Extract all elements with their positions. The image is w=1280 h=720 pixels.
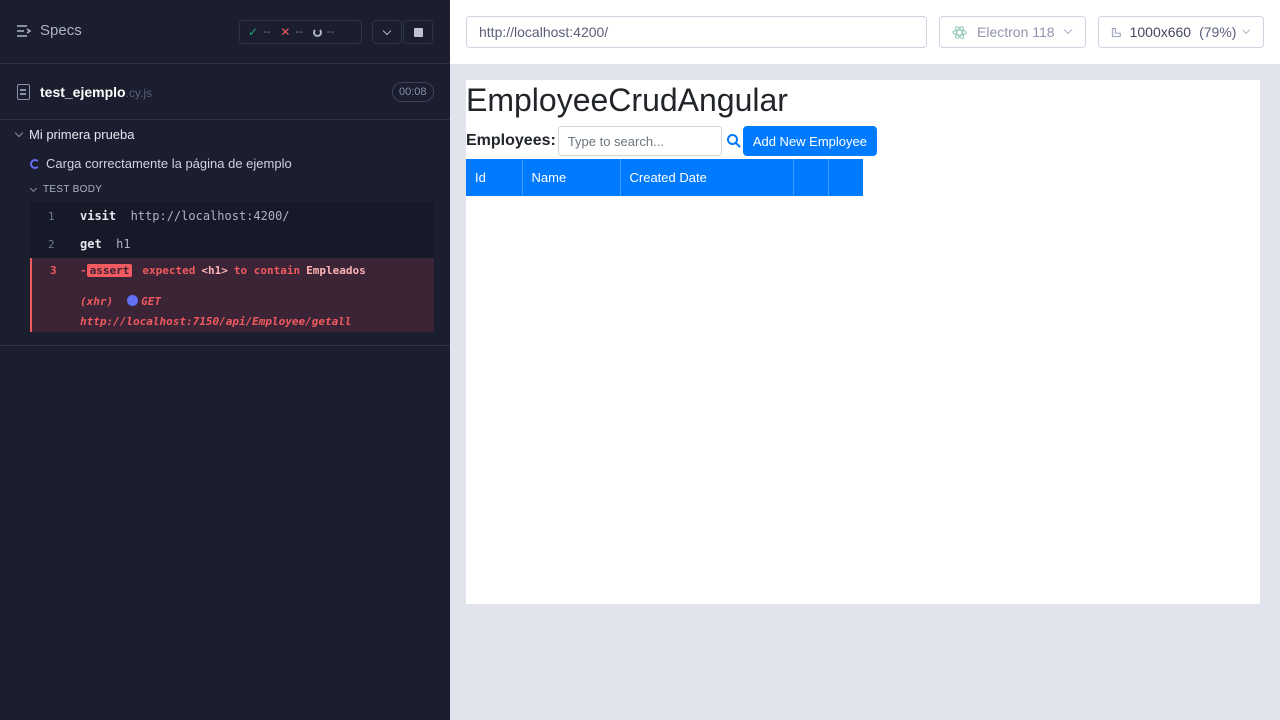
xhr-log: (xhr) GET http://localhost:7150/api/Emplo… — [80, 292, 352, 332]
aut-header: http://localhost:4200/ Electron 118 1000… — [450, 0, 1280, 64]
test-stats: ✓ -- ✕ -- -- — [239, 20, 362, 44]
column-header-action-2 — [828, 159, 863, 196]
viewport-size: 1000x660 — [1129, 24, 1192, 40]
employees-label: Employees: — [466, 132, 556, 149]
app-under-test-panel: http://localhost:4200/ Electron 118 1000… — [450, 0, 1280, 720]
spec-extension: .cy.js — [125, 86, 153, 100]
passed-count: -- — [263, 26, 271, 38]
viewport-select[interactable]: 1000x660 (79%) — [1098, 16, 1264, 48]
pending-icon — [312, 27, 322, 37]
specs-label: Specs — [40, 22, 82, 39]
browser-label: Electron 118 — [977, 24, 1055, 40]
spec-header: test_ejemplo.cy.js 00:08 — [0, 64, 450, 120]
chevron-down-icon — [382, 26, 392, 35]
pending-request-icon — [127, 295, 139, 306]
url-bar[interactable]: http://localhost:4200/ — [466, 16, 927, 48]
command-number: 1 — [48, 209, 55, 223]
browser-select[interactable]: Electron 118 — [939, 16, 1086, 48]
failed-count: -- — [295, 26, 303, 38]
pending-stat: -- — [312, 26, 335, 38]
command-text: get h1 — [80, 237, 131, 251]
document-icon — [17, 84, 30, 100]
passed-stat: ✓ -- — [248, 25, 270, 39]
zoom-level: (79%) — [1199, 24, 1237, 40]
employee-table: Id Name Created Date — [466, 159, 863, 196]
command-name: visit — [80, 209, 117, 223]
failed-command-row[interactable]: 3 - assert expected <h1> to contain Empl… — [30, 258, 434, 332]
assert-badge: assert — [86, 264, 133, 277]
assert-subject: <h1> — [201, 264, 228, 277]
reporter-panel: Specs ✓ -- ✕ -- -- test_ejemplo.cy.js 00… — [0, 0, 450, 720]
reporter-header: Specs ✓ -- ✕ -- -- — [0, 0, 450, 64]
stop-icon — [413, 27, 423, 37]
spec-name[interactable]: test_ejemplo.cy.js — [40, 84, 152, 100]
chevron-down-icon — [29, 184, 38, 192]
assert-prefix: - — [80, 264, 87, 277]
x-icon: ✕ — [280, 25, 291, 39]
command-message: http://localhost:4200/ — [130, 209, 290, 223]
command-message: h1 — [116, 237, 131, 251]
command-text: visit http://localhost:4200/ — [80, 209, 290, 223]
column-header-action-1 — [793, 159, 829, 196]
column-header-name[interactable]: Name — [522, 159, 621, 196]
assert-expected: expected — [142, 264, 196, 277]
suite-title[interactable]: Mi primera prueba — [14, 127, 135, 142]
duration-badge: 00:08 — [392, 82, 434, 102]
collapse-toggle-button[interactable] — [372, 20, 402, 44]
command-name: get — [80, 237, 102, 251]
table-header-row: Id Name Created Date — [466, 159, 863, 196]
command-row[interactable]: 2 get h1 — [30, 230, 434, 258]
app-iframe: EmployeeCrudAngular Employees: Add New E… — [466, 80, 1260, 604]
column-header-id[interactable]: Id — [466, 159, 523, 196]
test-body-toggle[interactable]: TEST BODY — [29, 184, 103, 195]
spec-filename: test_ejemplo — [40, 84, 126, 100]
employee-toolbar: Employees: Add New Employee — [466, 126, 877, 156]
chevron-down-icon — [1243, 26, 1251, 34]
pending-count: -- — [326, 26, 335, 38]
xhr-method: GET — [141, 295, 161, 308]
specs-list-icon — [17, 24, 32, 37]
column-header-created-date[interactable]: Created Date — [620, 159, 794, 196]
assert-value: Empleados — [306, 264, 366, 277]
xhr-url: http://localhost:7150/api/Employee/getal… — [80, 315, 352, 328]
specs-button[interactable]: Specs — [16, 22, 82, 39]
add-employee-button[interactable]: Add New Employee — [742, 126, 877, 156]
command-number: 3 — [50, 264, 57, 277]
running-spinner-icon — [30, 158, 40, 169]
check-icon: ✓ — [248, 25, 259, 39]
suite-label: Mi primera prueba — [29, 127, 135, 142]
page-title: EmployeeCrudAngular — [466, 82, 788, 118]
ruler-icon — [1111, 27, 1121, 37]
command-log: 1 visit http://localhost:4200/ 2 get h1 … — [30, 202, 434, 332]
command-number: 2 — [48, 237, 55, 251]
test-title[interactable]: Carga correctamente la página de ejemplo — [30, 156, 292, 171]
stop-button[interactable] — [403, 20, 433, 44]
failed-stat: ✕ -- — [280, 25, 302, 39]
electron-icon — [952, 25, 967, 39]
search-input[interactable] — [557, 126, 722, 156]
xhr-label: (xhr) — [80, 295, 114, 308]
test-label: Carga correctamente la página de ejemplo — [46, 156, 292, 171]
search-icon[interactable] — [726, 133, 742, 149]
assert-message: - assert expected <h1> to contain Emplea… — [80, 264, 366, 277]
divider — [0, 345, 450, 346]
chevron-down-icon — [1063, 25, 1073, 35]
command-row[interactable]: 1 visit http://localhost:4200/ — [30, 202, 434, 230]
chevron-down-icon — [14, 128, 24, 138]
assert-verb: to contain — [233, 264, 301, 277]
test-body-label: TEST BODY — [43, 184, 103, 195]
